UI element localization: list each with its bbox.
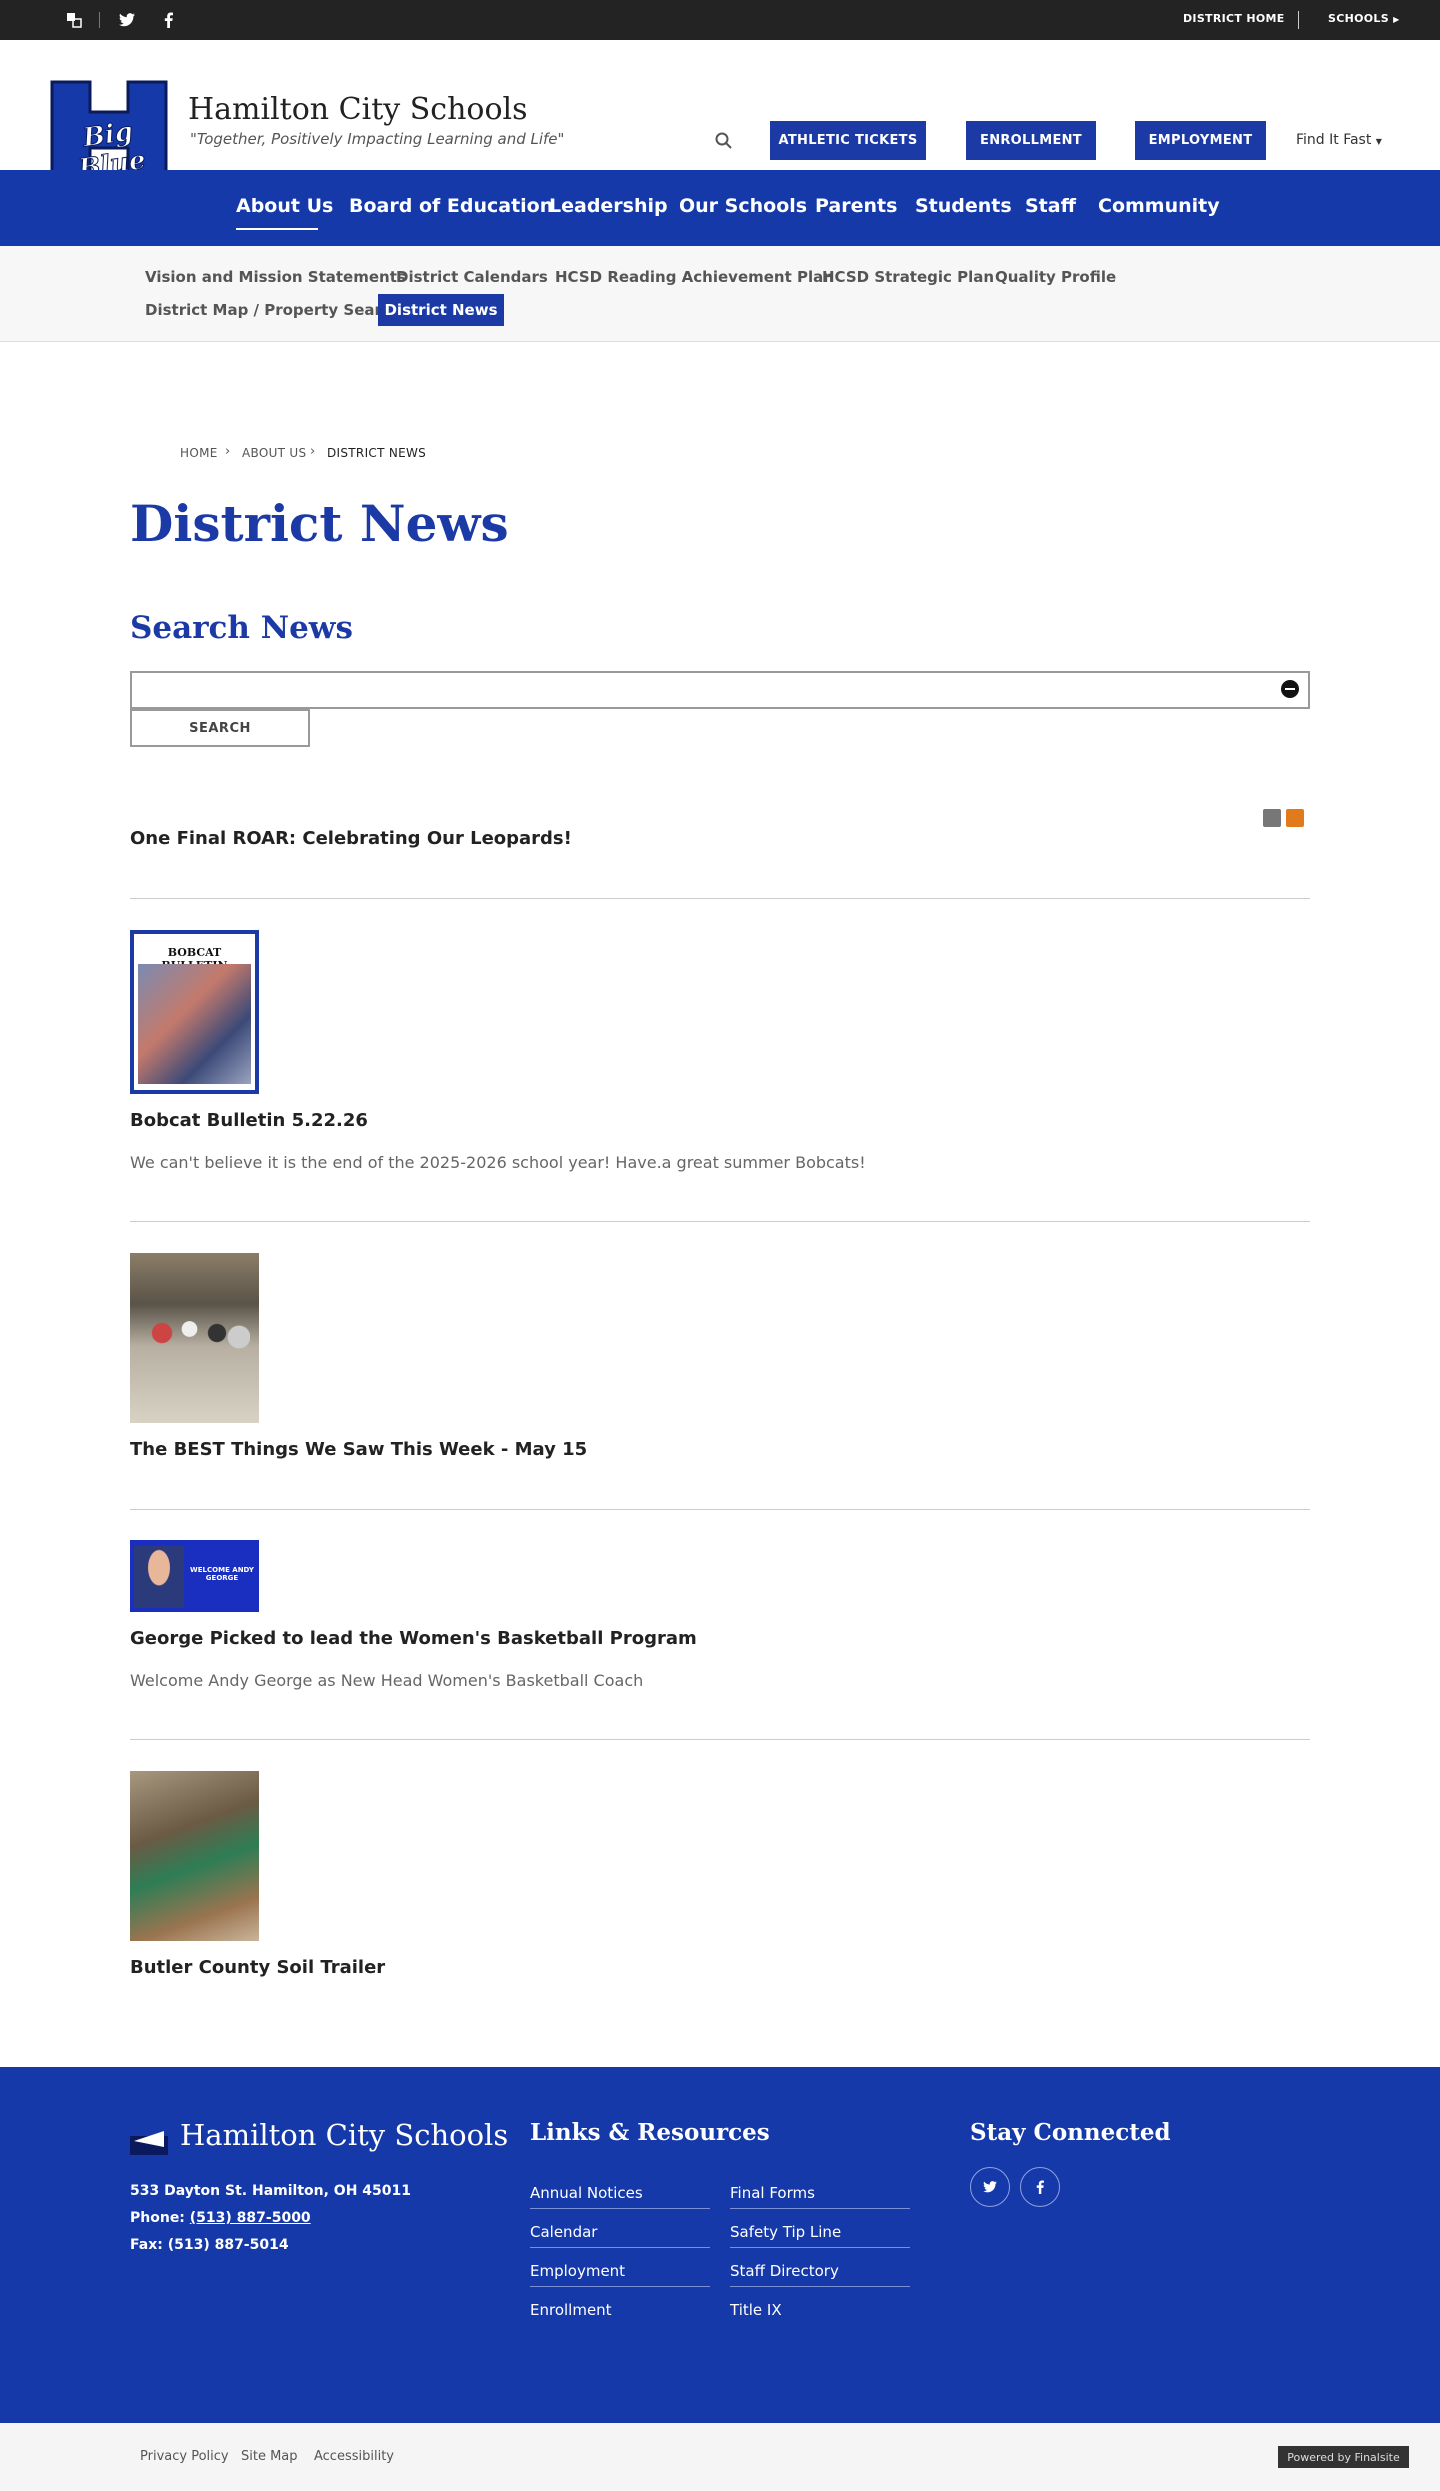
caret-right-icon: ▶ [1393, 15, 1400, 24]
facebook-icon[interactable] [1020, 2167, 1060, 2207]
breadcrumb-about-us[interactable]: ABOUT US [242, 446, 306, 460]
divider [130, 898, 1310, 899]
footer-link[interactable]: Annual Notices [530, 2184, 643, 2202]
divider [99, 12, 100, 28]
twitter-icon[interactable] [970, 2167, 1010, 2207]
footer-title: Hamilton City Schools [180, 2118, 509, 2152]
clear-search-icon[interactable] [1281, 680, 1299, 698]
divider [130, 1739, 1310, 1740]
nav-community[interactable]: Community [1098, 195, 1220, 217]
footer-logo[interactable] [130, 2117, 168, 2155]
news-thumbnail[interactable] [130, 1253, 259, 1423]
utility-bar: DISTRICT HOME SCHOOLS ▶ [0, 0, 1440, 40]
footer-address: 533 Dayton St. Hamilton, OH 45011 [130, 2183, 411, 2199]
news-item-title[interactable]: Butler County Soil Trailer [130, 1957, 385, 1978]
site-footer: Hamilton City Schools 533 Dayton St. Ham… [0, 2067, 1440, 2423]
news-item-title[interactable]: One Final ROAR: Celebrating Our Leopards… [130, 828, 572, 849]
employment-button[interactable]: EMPLOYMENT [1135, 121, 1266, 160]
search-heading: Search News [130, 610, 353, 646]
search-icon[interactable] [714, 131, 734, 151]
nav-students[interactable]: Students [915, 195, 1012, 217]
news-item-title[interactable]: George Picked to lead the Women's Basket… [130, 1628, 697, 1649]
section-subnav: Vision and Mission Statements District C… [0, 246, 1440, 342]
nav-about-us[interactable]: About Us [236, 195, 333, 217]
divider [530, 2208, 710, 2209]
footer-link[interactable]: Safety Tip Line [730, 2223, 841, 2241]
footer-link[interactable]: Calendar [530, 2223, 597, 2241]
nav-leadership[interactable]: Leadership [549, 195, 668, 217]
footer-fax: Fax: (513) 887-5014 [130, 2237, 289, 2253]
site-tagline: "Together, Positively Impacting Learning… [190, 130, 565, 148]
news-thumbnail[interactable]: BOBCAT BULLETIN [130, 930, 259, 1094]
subnav-district-calendars[interactable]: District Calendars [396, 268, 548, 286]
search-button[interactable]: SEARCH [130, 709, 310, 747]
site-header: Big Blue Hamilton City Schools "Together… [0, 40, 1440, 185]
schools-label: SCHOOLS [1328, 12, 1389, 25]
nav-parents[interactable]: Parents [815, 195, 897, 217]
divider [530, 2286, 710, 2287]
find-it-fast-label: Find It Fast [1296, 132, 1372, 148]
main-navigation: About Us Board of Education Leadership O… [0, 170, 1440, 246]
thumb-caption: WELCOME ANDY GEORGE [190, 1566, 254, 1582]
translate-icon[interactable] [64, 10, 84, 30]
notification-bell-icon[interactable] [1286, 809, 1304, 827]
page-title: District News [130, 494, 509, 553]
news-thumbnail[interactable] [130, 1771, 259, 1941]
news-search-input[interactable] [130, 671, 1310, 709]
news-item-title[interactable]: Bobcat Bulletin 5.22.26 [130, 1110, 368, 1131]
footer-link[interactable]: Final Forms [730, 2184, 815, 2202]
accessibility-link[interactable]: Accessibility [314, 2449, 394, 2464]
divider [130, 1509, 1310, 1510]
rss-icon[interactable] [1263, 809, 1281, 827]
subnav-quality-profile[interactable]: Quality Profile [995, 268, 1116, 286]
nav-staff[interactable]: Staff [1025, 195, 1076, 217]
athletic-tickets-button[interactable]: ATHLETIC TICKETS [770, 121, 926, 160]
divider [730, 2247, 910, 2248]
divider [730, 2208, 910, 2209]
phone-link[interactable]: (513) 887-5000 [190, 2210, 311, 2226]
find-it-fast-menu[interactable]: Find It Fast ▼ [1296, 132, 1382, 148]
news-item-description: Welcome Andy George as New Head Women's … [130, 1671, 644, 1690]
subnav-reading-plan[interactable]: HCSD Reading Achievement Plan [555, 268, 834, 286]
divider [530, 2247, 710, 2248]
caret-down-icon: ▼ [1375, 137, 1382, 146]
chevron-right-icon: › [225, 444, 231, 459]
stay-connected-heading: Stay Connected [970, 2119, 1171, 2146]
subnav-strategic-plan[interactable]: HCSD Strategic Plan [822, 268, 994, 286]
divider [1298, 11, 1299, 29]
news-item-description: We can't believe it is the end of the 20… [130, 1153, 866, 1172]
privacy-policy-link[interactable]: Privacy Policy [140, 2449, 229, 2464]
links-heading: Links & Resources [530, 2119, 770, 2146]
footer-link[interactable]: Employment [530, 2262, 625, 2280]
subnav-vision-mission[interactable]: Vision and Mission Statements [145, 268, 406, 286]
nav-our-schools[interactable]: Our Schools [679, 195, 807, 217]
footer-link[interactable]: Staff Directory [730, 2262, 839, 2280]
site-map-link[interactable]: Site Map [241, 2449, 298, 2464]
phone-label: Phone: [130, 2210, 185, 2226]
powered-by-finalsite-badge[interactable]: Powered by Finalsite [1278, 2446, 1409, 2468]
footer-link[interactable]: Title IX [730, 2301, 782, 2319]
breadcrumb-home[interactable]: HOME [180, 446, 218, 460]
breadcrumb-current: DISTRICT NEWS [327, 446, 427, 460]
legal-bar: Privacy Policy Site Map Accessibility Po… [0, 2423, 1440, 2491]
divider [730, 2286, 910, 2287]
enrollment-button[interactable]: ENROLLMENT [966, 121, 1096, 160]
schools-menu[interactable]: SCHOOLS ▶ [1328, 12, 1400, 25]
subnav-district-news[interactable]: District News [378, 294, 504, 326]
news-thumbnail[interactable]: WELCOME ANDY GEORGE [130, 1540, 259, 1612]
twitter-icon[interactable] [117, 10, 137, 30]
facebook-icon[interactable] [158, 10, 178, 30]
news-item-title[interactable]: The BEST Things We Saw This Week - May 1… [130, 1439, 587, 1460]
divider [130, 1221, 1310, 1222]
footer-phone: Phone: (513) 887-5000 [130, 2210, 311, 2226]
site-title[interactable]: Hamilton City Schools [188, 92, 528, 127]
subnav-district-map[interactable]: District Map / Property Search [145, 301, 401, 319]
chevron-right-icon: › [310, 444, 316, 459]
nav-board-of-education[interactable]: Board of Education [349, 195, 553, 217]
footer-link[interactable]: Enrollment [530, 2301, 612, 2319]
district-home-link[interactable]: DISTRICT HOME [1183, 12, 1285, 25]
active-indicator [236, 228, 318, 230]
